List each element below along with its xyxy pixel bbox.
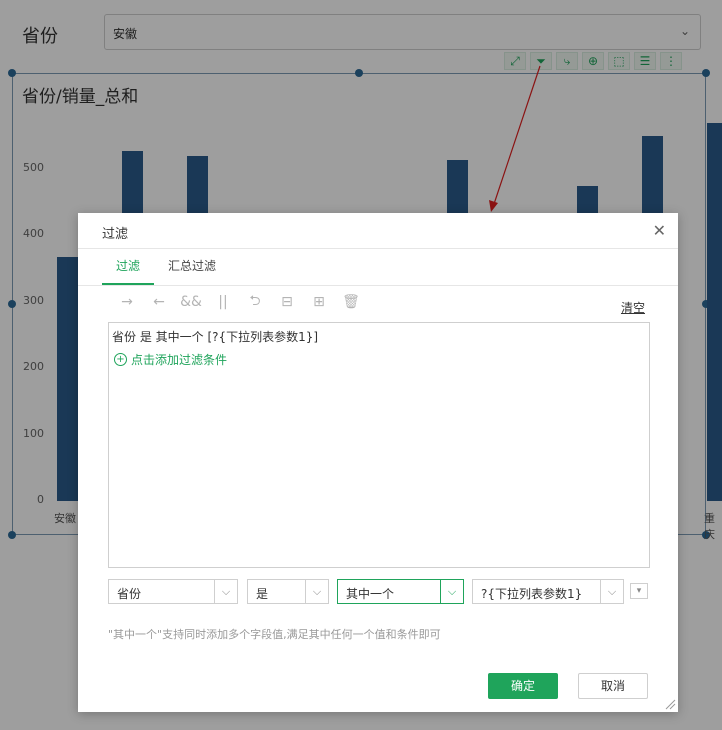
tab-summary-filter[interactable]: 汇总过滤 [154, 257, 230, 285]
hint-text: "其中一个"支持同时添加多个字段值,满足其中任何一个值和条件即可 [108, 628, 441, 641]
cancel-button[interactable]: 取消 [578, 673, 648, 699]
chevron-down-icon: ⌵ [600, 580, 623, 603]
swap-icon[interactable]: ⮌ [242, 293, 268, 311]
plus-circle-icon: + [114, 353, 127, 366]
and-icon[interactable]: && [178, 293, 204, 311]
operator-select[interactable]: 是 ⌵ [247, 579, 329, 604]
condition-toolbar: → ← && || ⮌ ⊟ ⊞ 🗑 [114, 293, 364, 311]
indent-right-icon[interactable]: → [114, 293, 140, 311]
or-icon[interactable]: || [210, 293, 236, 311]
filter-dialog: 过滤 ✕ 过滤 汇总过滤 → ← && || ⮌ ⊟ ⊞ 🗑 清空 省份 是 其… [78, 213, 678, 712]
mode-select[interactable]: 其中一个 ⌵ [337, 579, 464, 604]
insert-above-icon[interactable]: ⊟ [274, 293, 300, 311]
divider [78, 285, 678, 286]
divider [78, 248, 678, 249]
dialog-title: 过滤 [102, 227, 129, 242]
chevron-down-icon: ⌵ [214, 580, 237, 603]
field-select-value: 省份 [117, 587, 142, 601]
insert-below-icon[interactable]: ⊞ [306, 293, 332, 311]
indent-left-icon[interactable]: ← [146, 293, 172, 311]
mode-select-value: 其中一个 [346, 587, 395, 601]
field-select[interactable]: 省份 ⌵ [108, 579, 238, 604]
clear-button[interactable]: 清空 [621, 299, 645, 316]
condition-area[interactable]: 省份 是 其中一个 [?{下拉列表参数1}] + 点击添加过滤条件 [108, 322, 650, 568]
condition-line[interactable]: 省份 是 其中一个 [?{下拉列表参数1}] [112, 328, 318, 345]
more-options-dropdown[interactable]: ▾ [630, 583, 648, 599]
resize-grip-icon[interactable] [664, 698, 676, 710]
value-select[interactable]: ?{下拉列表参数1} ⌵ [472, 579, 624, 604]
close-icon[interactable]: ✕ [653, 221, 666, 240]
delete-icon[interactable]: 🗑 [338, 293, 364, 311]
confirm-button[interactable]: 确定 [488, 673, 558, 699]
tab-filter[interactable]: 过滤 [102, 257, 155, 285]
chevron-down-icon: ⌵ [440, 580, 463, 603]
add-condition-label: 点击添加过滤条件 [131, 353, 228, 367]
tab-bar: 过滤 汇总过滤 [102, 257, 230, 285]
operator-select-value: 是 [256, 587, 269, 601]
chevron-down-icon: ⌵ [305, 580, 328, 603]
value-select-value: ?{下拉列表参数1} [481, 587, 583, 601]
add-condition-link[interactable]: + 点击添加过滤条件 [114, 351, 227, 368]
